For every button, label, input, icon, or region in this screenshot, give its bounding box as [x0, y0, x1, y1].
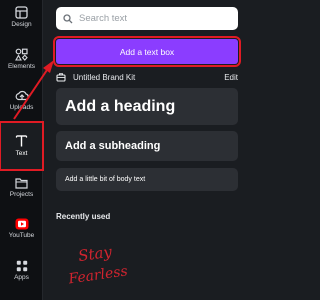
rail-label-text: Text: [15, 150, 28, 157]
add-subheading-card[interactable]: Add a subheading: [56, 131, 238, 161]
rail-item-youtube[interactable]: YouTube: [0, 218, 43, 248]
rail-item-design[interactable]: Design: [0, 6, 43, 36]
rail-item-apps[interactable]: Apps: [0, 260, 43, 290]
rail-item-projects[interactable]: Projects: [0, 177, 43, 207]
recent-text-line1: Stay: [77, 243, 113, 266]
search-input[interactable]: [79, 13, 229, 24]
upload-icon: [15, 90, 29, 101]
search-icon: [63, 13, 73, 23]
design-icon: [15, 6, 28, 19]
rail-label-apps: Apps: [14, 274, 29, 281]
search-box[interactable]: [56, 7, 238, 30]
add-heading-card[interactable]: Add a heading: [56, 88, 238, 125]
rail-label-elements: Elements: [7, 63, 36, 70]
elements-icon: [15, 48, 28, 61]
recent-text-line2: Fearless: [67, 263, 129, 287]
rail-label-projects: Projects: [9, 191, 34, 198]
recently-used-title: Recently used: [56, 212, 111, 221]
rail-label-design: Design: [11, 21, 32, 28]
add-text-box-button[interactable]: Add a text box: [53, 36, 241, 67]
rail-item-elements[interactable]: Elements: [0, 48, 43, 78]
rail-item-uploads[interactable]: Uploads: [0, 89, 43, 119]
brand-kit-name: Untitled Brand Kit: [73, 72, 136, 82]
rail-label-uploads: Uploads: [9, 104, 34, 111]
rail-label-youtube: YouTube: [8, 232, 35, 239]
youtube-icon: [15, 218, 28, 230]
add-body-text-card[interactable]: Add a little bit of body text: [56, 168, 238, 191]
apps-icon: [16, 260, 27, 272]
edit-brand-kit-link[interactable]: Edit: [224, 73, 238, 82]
brand-kit-icon: [56, 73, 66, 82]
recent-text-item[interactable]: Stay Fearless: [56, 233, 131, 293]
folder-icon: [15, 178, 28, 189]
text-icon: [15, 135, 28, 147]
text-panel: Add a text box Untitled Brand Kit Edit A…: [43, 0, 250, 300]
left-rail: Design Elements Uploads Text Projects Yo…: [0, 0, 44, 300]
brand-kit-row: Untitled Brand Kit Edit: [56, 71, 238, 83]
rail-item-text[interactable]: Text: [0, 121, 44, 171]
